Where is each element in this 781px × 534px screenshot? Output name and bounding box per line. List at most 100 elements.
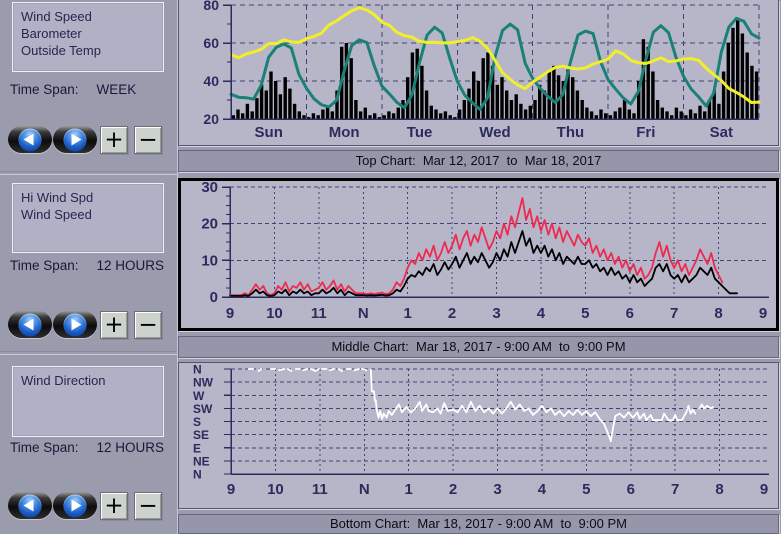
right-arrow-icon xyxy=(64,313,87,336)
bottom-scroll-left-button[interactable] xyxy=(8,492,52,519)
svg-text:9: 9 xyxy=(226,305,234,322)
legend-item-wind-direction[interactable]: Wind Direction xyxy=(21,372,163,389)
left-arrow-icon xyxy=(19,313,42,336)
middle-timespan: Time Span: 12 HOURS xyxy=(10,258,172,273)
top-zoom-in-button[interactable]: + xyxy=(100,126,128,154)
svg-text:4: 4 xyxy=(538,481,547,498)
svg-text:NE: NE xyxy=(193,454,210,468)
bottom-timespan: Time Span: 12 HOURS xyxy=(10,440,172,455)
svg-text:E: E xyxy=(193,441,201,455)
bottom-zoom-in-button[interactable]: + xyxy=(100,492,128,520)
bottom-zoom-out-button[interactable]: − xyxy=(134,492,162,520)
svg-text:5: 5 xyxy=(581,305,589,322)
bottom-scroll-right-button[interactable] xyxy=(53,492,97,519)
svg-text:1: 1 xyxy=(403,305,411,322)
svg-text:N: N xyxy=(193,363,202,377)
weather-graphs-window: Wind Speed Barometer Outside Temp Time S… xyxy=(0,0,781,534)
middle-chart-buttons: + − xyxy=(0,311,177,339)
top-timespan: Time Span: WEEK xyxy=(10,82,172,97)
svg-text:W: W xyxy=(193,389,205,403)
svg-text:3: 3 xyxy=(492,305,500,322)
svg-text:7: 7 xyxy=(670,305,678,322)
svg-text:N: N xyxy=(358,305,369,322)
top-chart-panel[interactable]: 20406080SunMonTueWedThuFriSat xyxy=(178,0,779,146)
top-scroll-right-button[interactable] xyxy=(53,126,97,153)
svg-text:40: 40 xyxy=(203,73,219,89)
svg-text:9: 9 xyxy=(227,481,235,498)
svg-text:Fri: Fri xyxy=(636,124,655,141)
middle-chart-plot[interactable]: 010203091011N123456789 xyxy=(181,181,776,328)
control-column: Wind Speed Barometer Outside Temp Time S… xyxy=(0,0,178,534)
bottom-chart-plot[interactable]: NNWWSWSSEENEN91011N123456789 xyxy=(179,363,778,508)
svg-text:N: N xyxy=(359,481,370,498)
right-arrow-icon xyxy=(64,494,87,517)
svg-text:SE: SE xyxy=(193,428,209,442)
svg-text:10: 10 xyxy=(266,305,283,322)
svg-text:7: 7 xyxy=(671,481,679,498)
svg-text:10: 10 xyxy=(201,252,218,269)
middle-chart-axes xyxy=(222,187,769,297)
svg-text:NW: NW xyxy=(193,376,214,390)
top-chart-caption: Top Chart: Mar 12, 2017 to Mar 18, 2017 xyxy=(178,150,779,172)
svg-text:20: 20 xyxy=(203,111,219,127)
timespan-value: 12 HOURS xyxy=(97,440,165,455)
legend-item-wind-speed[interactable]: Wind Speed xyxy=(21,8,163,25)
legend-item-hi-wind-spd[interactable]: Hi Wind Spd xyxy=(21,189,163,206)
left-arrow-icon xyxy=(19,128,42,151)
top-zoom-out-button[interactable]: − xyxy=(134,126,162,154)
series-hi-wind-spd xyxy=(230,198,722,295)
svg-text:8: 8 xyxy=(714,305,722,322)
right-arrow-icon xyxy=(64,128,87,151)
bottom-chart-grid xyxy=(231,369,769,474)
middle-chart-panel[interactable]: 010203091011N123456789 xyxy=(178,178,779,331)
legend-item-wind-speed[interactable]: Wind Speed xyxy=(21,206,163,223)
svg-text:1: 1 xyxy=(404,481,412,498)
middle-chart-caption: Middle Chart: Mar 18, 2017 - 9:00 AM to … xyxy=(178,336,779,358)
timespan-label: Time Span: xyxy=(10,82,79,97)
middle-scroll-left-button[interactable] xyxy=(8,311,52,338)
series-wind-direction xyxy=(249,369,713,441)
timespan-label: Time Span: xyxy=(10,258,79,273)
svg-text:20: 20 xyxy=(201,216,218,233)
timespan-label: Time Span: xyxy=(10,440,79,455)
middle-chart-legend-list[interactable]: Hi Wind Spd Wind Speed xyxy=(12,183,164,253)
svg-text:Tue: Tue xyxy=(407,124,433,141)
svg-text:9: 9 xyxy=(759,305,767,322)
top-chart-legend-list[interactable]: Wind Speed Barometer Outside Temp xyxy=(12,2,164,72)
svg-text:Sat: Sat xyxy=(710,124,733,141)
svg-text:4: 4 xyxy=(537,305,546,322)
svg-text:SW: SW xyxy=(193,402,213,416)
top-chart-plot[interactable]: 20406080SunMonTueWedThuFriSat xyxy=(179,0,778,144)
panel-divider xyxy=(0,351,177,355)
svg-text:5: 5 xyxy=(582,481,590,498)
svg-text:Wed: Wed xyxy=(479,124,510,141)
middle-zoom-out-button[interactable]: − xyxy=(134,311,162,339)
left-arrow-icon xyxy=(19,494,42,517)
svg-text:0: 0 xyxy=(210,289,218,306)
svg-text:6: 6 xyxy=(627,481,635,498)
svg-text:N: N xyxy=(193,468,202,482)
timespan-value: 12 HOURS xyxy=(97,258,165,273)
svg-text:8: 8 xyxy=(715,481,723,498)
bottom-chart-buttons: + − xyxy=(0,492,177,520)
series-outside-temp xyxy=(231,18,759,109)
svg-text:11: 11 xyxy=(311,305,327,322)
svg-text:2: 2 xyxy=(449,481,457,498)
bottom-chart-panel[interactable]: NNWWSWSSEENEN91011N123456789 xyxy=(178,362,779,509)
panel-divider xyxy=(0,171,177,175)
svg-text:Sun: Sun xyxy=(255,124,283,141)
middle-scroll-right-button[interactable] xyxy=(53,311,97,338)
bottom-chart-caption: Bottom Chart: Mar 18, 2017 - 9:00 AM to … xyxy=(178,514,779,534)
svg-text:Thu: Thu xyxy=(557,124,585,141)
top-scroll-left-button[interactable] xyxy=(8,126,52,153)
bottom-chart-legend-list[interactable]: Wind Direction xyxy=(12,366,164,437)
svg-text:60: 60 xyxy=(203,35,219,51)
svg-text:6: 6 xyxy=(626,305,634,322)
svg-text:3: 3 xyxy=(493,481,501,498)
top-chart-buttons: + − xyxy=(0,126,177,154)
middle-zoom-in-button[interactable]: + xyxy=(100,311,128,339)
svg-text:9: 9 xyxy=(760,481,768,498)
legend-item-barometer[interactable]: Barometer xyxy=(21,25,163,42)
legend-item-outside-temp[interactable]: Outside Temp xyxy=(21,42,163,59)
svg-text:30: 30 xyxy=(201,181,218,196)
